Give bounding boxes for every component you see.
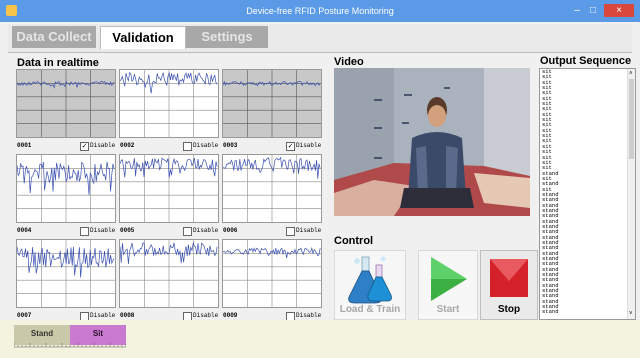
disable-label: Disable (90, 312, 116, 319)
signal-plot-0001 (16, 69, 116, 138)
signal-plot-0009 (222, 239, 322, 308)
posture-stand-label: Stand (30, 329, 54, 338)
signal-trace-0005 (120, 157, 218, 178)
scroll-up-icon[interactable]: ˄ (629, 71, 633, 77)
disable-checkbox-0002[interactable] (183, 142, 192, 151)
start-button[interactable]: Start (418, 250, 478, 320)
output-scrollbar[interactable]: ˄ ˅ (627, 69, 635, 319)
scroll-down-icon[interactable]: ˅ (629, 311, 633, 317)
video-feed (334, 68, 530, 216)
video-title: Video (334, 56, 364, 68)
realtime-title: Data in realtime (17, 57, 99, 69)
panel-id-label: 0003 (223, 142, 238, 149)
panel-id-label: 0007 (17, 312, 32, 319)
disable-checkbox-0003[interactable]: ✓ (286, 142, 295, 151)
posture-bar: Stand Sit (0, 320, 640, 358)
signal-plot-0008 (119, 239, 219, 308)
posture-sit-label: Sit (92, 329, 104, 338)
output-lines: sit sit sit sit sit sit sit sit sit sit sit sit sit s… (540, 69, 635, 315)
panel-id-label: 0005 (120, 227, 135, 234)
scroll-thumb[interactable] (629, 79, 634, 159)
output-sequence-list[interactable]: sit sit sit sit sit sit sit sit sit sit sit sit sit s… (539, 68, 636, 320)
signal-trace-0001 (17, 80, 115, 89)
title-bar: Device-free RFID Posture Monitoring – □ … (0, 0, 640, 22)
load-train-label: Load & Train (339, 304, 401, 315)
tab-settings[interactable]: Settings (186, 26, 268, 48)
signal-plot-0002 (119, 69, 219, 138)
signal-plot-0007 (16, 239, 116, 308)
panel-id-label: 0006 (223, 227, 238, 234)
stop-icon (490, 259, 528, 297)
load-train-button[interactable]: Load & Train (334, 250, 406, 320)
signal-trace-0009 (223, 246, 321, 259)
posture-ruler (14, 343, 126, 348)
disable-label: Disable (90, 227, 116, 234)
flask-icon (348, 256, 392, 304)
disable-label: Disable (296, 142, 322, 149)
signal-plot-0006 (222, 154, 322, 223)
output-title: Output Sequence (540, 55, 632, 67)
signal-trace-0004 (17, 161, 115, 195)
signal-trace-0002 (120, 71, 218, 94)
tab-data-collect[interactable]: Data Collect (12, 26, 96, 48)
tab-validation[interactable]: Validation (100, 26, 186, 49)
close-button[interactable]: × (604, 4, 634, 17)
signal-plot-0003 (222, 69, 322, 138)
start-label: Start (436, 304, 460, 315)
disable-label: Disable (193, 227, 219, 234)
signal-plot-0005 (119, 154, 219, 223)
disable-label: Disable (193, 312, 219, 319)
disable-label: Disable (90, 142, 116, 149)
disable-label: Disable (193, 142, 219, 149)
tab-bar: Data Collect Validation Settings (8, 24, 632, 53)
disable-label: Disable (296, 227, 322, 234)
panel-id-label: 0001 (17, 142, 32, 149)
maximize-button[interactable]: □ (586, 4, 600, 17)
disable-checkbox-0001[interactable]: ✓ (80, 142, 89, 151)
stop-button[interactable]: Stop (480, 250, 538, 320)
panel-id-label: 0002 (120, 142, 135, 149)
app-icon (6, 5, 17, 16)
signal-trace-0007 (17, 246, 115, 278)
disable-checkbox-0005[interactable] (183, 227, 192, 236)
panel-id-label: 0004 (17, 227, 32, 234)
panel-id-label: 0008 (120, 312, 135, 319)
disable-checkbox-0004[interactable] (80, 227, 89, 236)
disable-checkbox-0006[interactable] (286, 227, 295, 236)
output-line: stand (542, 308, 559, 316)
window-title: Device-free RFID Posture Monitoring (246, 6, 394, 16)
signal-plot-0004 (16, 154, 116, 223)
disable-label: Disable (296, 312, 322, 319)
play-icon (431, 257, 467, 301)
control-title: Control (334, 235, 374, 247)
stop-label: Stop (497, 304, 521, 315)
panel-id-label: 0009 (223, 312, 238, 319)
minimize-button[interactable]: – (570, 4, 584, 17)
